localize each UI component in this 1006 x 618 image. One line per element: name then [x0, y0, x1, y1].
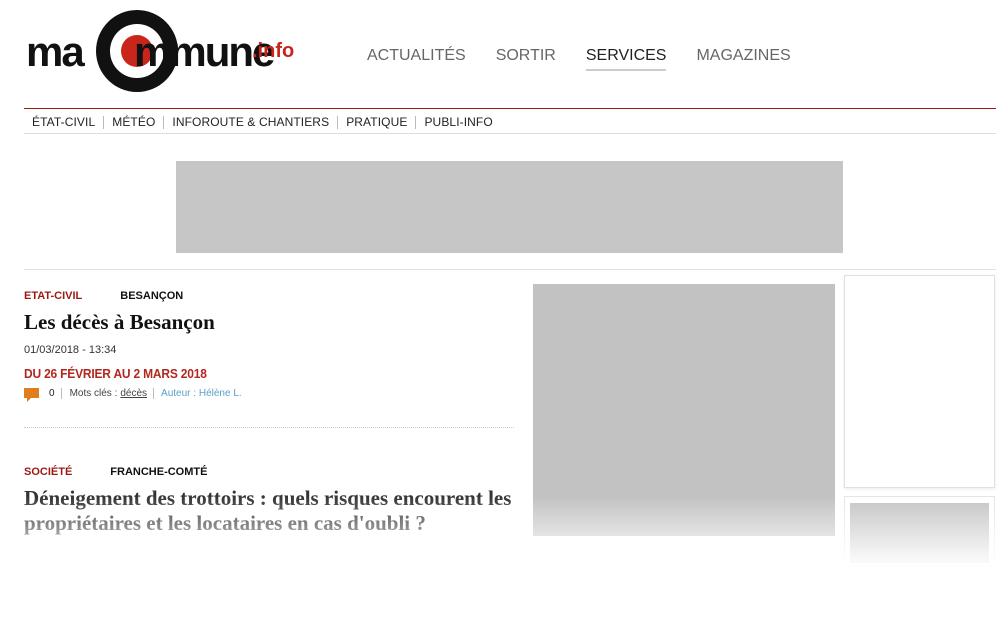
article-divider	[24, 427, 514, 428]
article-meta: 0 Mots clés : décès Auteur : Hélène L.	[24, 386, 514, 402]
article-category[interactable]: SOCIÉTÉ	[24, 466, 72, 480]
keywords-label: Mots clés :	[69, 387, 118, 399]
article-author[interactable]: Auteur : Hélène L.	[154, 388, 242, 399]
article-title[interactable]: Les décès à Besançon	[24, 310, 514, 335]
section-divider	[24, 269, 996, 270]
article-category[interactable]: ETAT-CIVIL	[24, 290, 82, 304]
article-tags: SOCIÉTÉ FRANCHE-COMTÉ	[24, 466, 514, 480]
subnav-meteo[interactable]: MÉTÉO	[103, 116, 163, 129]
article-location[interactable]: FRANCHE-COMTÉ	[110, 466, 207, 480]
keyword-link[interactable]: décès	[120, 387, 155, 399]
nav-services[interactable]: SERVICES	[585, 47, 667, 71]
article-date: 01/03/2018 - 13:34	[24, 344, 117, 356]
logo-text-info: .info	[252, 40, 295, 62]
main-nav: ACTUALITÉS SORTIR SERVICES MAGAZINES	[352, 47, 806, 71]
site-logo[interactable]: ma mmune .info	[26, 10, 296, 92]
article-card: SOCIÉTÉ FRANCHE-COMTÉ Déneigement des tr…	[24, 466, 514, 536]
article-card: ETAT-CIVIL BESANÇON Les décès à Besançon…	[24, 290, 514, 402]
ad-sidebar-top[interactable]	[844, 275, 995, 488]
sub-nav: ÉTAT-CIVIL MÉTÉO INFOROUTE & CHANTIERS P…	[24, 112, 996, 134]
header-divider	[24, 108, 996, 109]
article-title[interactable]: Déneigement des trottoirs : quels risque…	[24, 486, 514, 536]
nav-magazines[interactable]: MAGAZINES	[696, 47, 790, 71]
nav-actualites[interactable]: ACTUALITÉS	[367, 47, 466, 71]
subnav-pratique[interactable]: PRATIQUE	[337, 116, 415, 129]
article-summary: DU 26 FÉVRIER AU 2 MARS 2018	[24, 366, 207, 382]
ad-rectangle[interactable]	[533, 284, 835, 536]
subnav-etat-civil[interactable]: ÉTAT-CIVIL	[24, 116, 103, 129]
logo-text-ma: ma	[26, 28, 85, 75]
subnav-publi-info[interactable]: PUBLI-INFO	[415, 116, 500, 129]
speech-bubble-icon[interactable]	[24, 388, 39, 402]
ad-sidebar-bottom[interactable]	[850, 503, 989, 563]
comment-count[interactable]: 0	[49, 387, 62, 399]
article-tags: ETAT-CIVIL BESANÇON	[24, 290, 514, 304]
subnav-inforoute[interactable]: INFOROUTE & CHANTIERS	[163, 116, 337, 129]
article-location[interactable]: BESANÇON	[120, 290, 183, 304]
nav-sortir[interactable]: SORTIR	[496, 47, 556, 71]
ad-banner[interactable]	[176, 161, 843, 253]
